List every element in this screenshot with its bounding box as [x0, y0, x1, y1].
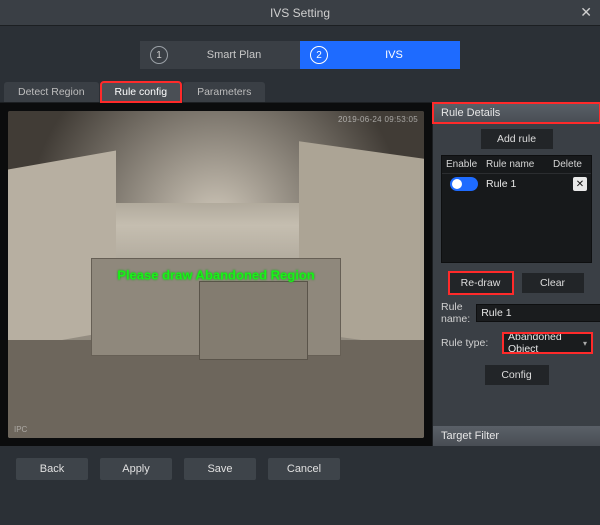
rule-type-value: Abandoned Object — [508, 331, 583, 355]
rule-type-row: Rule type: Abandoned Object ▾ — [441, 333, 592, 353]
cancel-button[interactable]: Cancel — [268, 458, 340, 480]
rule-type-label: Rule type: — [441, 337, 497, 349]
add-rule-button[interactable]: Add rule — [481, 129, 553, 149]
step-ivs[interactable]: 2 IVS — [300, 41, 460, 69]
content-row: 2019-06-24 09:53:05 IPC Please draw Aban… — [0, 102, 600, 446]
step-label-1: Smart Plan — [168, 49, 300, 61]
close-icon[interactable]: ✕ — [580, 4, 592, 21]
rule-enable-toggle[interactable] — [450, 177, 478, 191]
rule-name-row: Rule name: — [441, 301, 592, 325]
step-smart-plan[interactable]: 1 Smart Plan — [140, 41, 300, 69]
rule-type-select[interactable]: Abandoned Object ▾ — [503, 333, 592, 353]
title-bar: IVS Setting ✕ — [0, 0, 600, 26]
rule-action-row: Re-draw Clear — [441, 273, 592, 293]
step-number-2: 2 — [310, 46, 328, 64]
window-title: IVS Setting — [270, 6, 330, 20]
col-rule-name: Rule name — [486, 159, 549, 170]
col-enable: Enable — [446, 159, 482, 170]
preview-overlay-text: Please draw Abandoned Region — [117, 267, 314, 282]
rule-delete-icon[interactable]: ✕ — [573, 177, 587, 191]
tab-bar: Detect Region Rule config Parameters — [0, 80, 600, 102]
col-delete: Delete — [553, 159, 587, 170]
tab-parameters[interactable]: Parameters — [183, 82, 265, 102]
side-panel: Rule Details Add rule Enable Rule name D… — [432, 103, 600, 446]
chevron-down-icon: ▾ — [583, 339, 587, 348]
rule-list-header: Enable Rule name Delete — [442, 156, 591, 174]
stepper: 1 Smart Plan 2 IVS — [0, 32, 600, 78]
back-button[interactable]: Back — [16, 458, 88, 480]
config-button[interactable]: Config — [485, 365, 549, 385]
step-label-2: IVS — [328, 49, 460, 61]
tab-detect-region[interactable]: Detect Region — [4, 82, 99, 102]
bottom-bar: Back Apply Save Cancel — [0, 446, 600, 492]
redraw-button[interactable]: Re-draw — [450, 273, 512, 293]
rule-details-body: Add rule Enable Rule name Delete Rule 1 … — [433, 123, 600, 391]
rule-row[interactable]: Rule 1 ✕ — [442, 174, 591, 194]
rule-name-input[interactable] — [476, 304, 600, 322]
rule-name-label: Rule name: — [441, 301, 470, 325]
apply-button[interactable]: Apply — [100, 458, 172, 480]
camera-frame: 2019-06-24 09:53:05 IPC Please draw Aban… — [8, 111, 424, 438]
step-number-1: 1 — [150, 46, 168, 64]
preview-brand: IPC — [14, 425, 27, 434]
rule-row-name: Rule 1 — [486, 178, 569, 190]
clear-button[interactable]: Clear — [522, 273, 584, 293]
section-rule-details[interactable]: Rule Details — [433, 103, 600, 123]
video-preview[interactable]: 2019-06-24 09:53:05 IPC Please draw Aban… — [0, 103, 432, 446]
rule-list: Enable Rule name Delete Rule 1 ✕ — [441, 155, 592, 263]
save-button[interactable]: Save — [184, 458, 256, 480]
section-target-filter[interactable]: Target Filter — [433, 426, 600, 446]
preview-timestamp: 2019-06-24 09:53:05 — [338, 115, 418, 124]
tab-rule-config[interactable]: Rule config — [101, 82, 182, 102]
